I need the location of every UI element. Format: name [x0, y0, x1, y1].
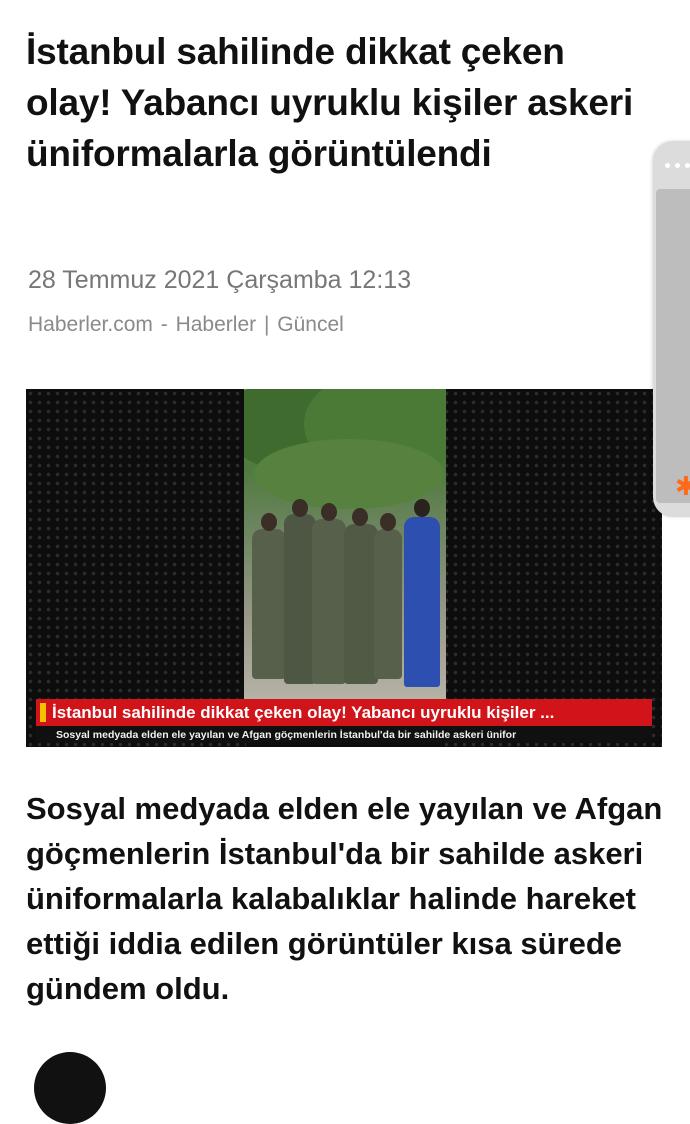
- sparkle-icon: ✱: [675, 471, 690, 501]
- source-dash: -: [160, 313, 168, 336]
- lower-third-text: İstanbul sahilinde dikkat çeken olay! Ya…: [52, 702, 555, 722]
- article-headline: İstanbul sahilinde dikkat çeken olay! Ya…: [26, 31, 634, 174]
- video-frame-image: [244, 389, 446, 699]
- source-category-guncel[interactable]: Güncel: [277, 313, 344, 336]
- article-lead: Sosyal medyada elden ele yayılan ve Afga…: [26, 791, 663, 1006]
- three-dots-icon: [665, 163, 690, 168]
- article-video[interactable]: İstanbul sahilinde dikkat çeken olay! Ya…: [26, 389, 662, 747]
- video-ticker: Sosyal medyada elden ele yayılan ve Afga…: [36, 726, 652, 743]
- edge-panel-handle[interactable]: ✱: [653, 141, 690, 517]
- video-pattern-left: [26, 389, 246, 747]
- video-pattern-right: [442, 389, 662, 747]
- edge-panel-body: [656, 189, 690, 503]
- source-divider: |: [263, 313, 270, 336]
- source-site-link[interactable]: Haberler.com: [28, 313, 153, 336]
- source-category-haberler[interactable]: Haberler: [176, 313, 257, 336]
- article-source: Haberler.com - Haberler | Güncel: [28, 313, 344, 337]
- ticker-text: Sosyal medyada elden ele yayılan ve Afga…: [56, 728, 517, 741]
- article-date: 28 Temmuz 2021 Çarşamba 12:13: [28, 266, 412, 294]
- author-avatar[interactable]: [34, 1052, 106, 1124]
- video-lower-third: İstanbul sahilinde dikkat çeken olay! Ya…: [36, 699, 652, 726]
- lower-third-accent: [40, 703, 46, 722]
